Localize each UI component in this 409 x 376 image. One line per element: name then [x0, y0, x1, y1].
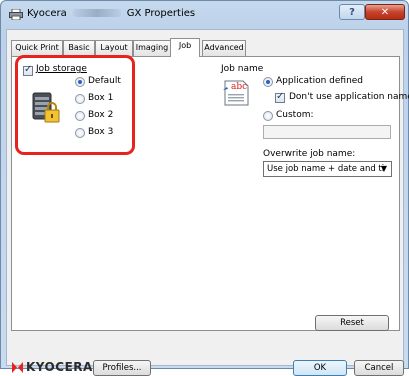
dropdown-arrow-icon: ▼: [380, 164, 387, 173]
window-title: Kyocera GX Properties: [27, 8, 195, 19]
title-vendor: Kyocera: [27, 8, 67, 19]
close-button[interactable]: ✕: [365, 4, 405, 20]
tab-basic[interactable]: Basic: [63, 40, 95, 56]
properties-window: Kyocera GX Properties ? ✕ Quick Print Bas…: [0, 0, 409, 376]
cancel-button[interactable]: Cancel: [354, 360, 404, 376]
kyocera-wordmark: KYOCERA: [26, 360, 93, 374]
title-suffix: GX Properties: [126, 8, 196, 19]
app-defined-label: Application defined: [276, 76, 364, 86]
kyocera-logo-mark-icon: [12, 362, 23, 373]
overwrite-job-name-label: Overwrite job name:: [263, 149, 356, 159]
reset-button[interactable]: Reset: [315, 315, 389, 331]
app-defined-radio[interactable]: [263, 77, 273, 87]
title-model-redacted: [72, 9, 121, 17]
radio-selected-indicator: [266, 80, 270, 84]
tab-job[interactable]: Job: [170, 38, 200, 57]
ok-button[interactable]: OK: [293, 360, 347, 376]
dont-use-app-name-checkbox[interactable]: ✓: [275, 91, 285, 103]
job-name-icon: abc: [223, 80, 253, 106]
overwrite-job-name-select[interactable]: Use job name + date and ti ▼: [263, 161, 392, 177]
tab-quick-print[interactable]: Quick Print: [11, 40, 63, 56]
dont-use-app-name-label: Don't use application name: [289, 92, 409, 102]
profiles-button[interactable]: Profiles...: [93, 360, 151, 376]
tab-imaging[interactable]: Imaging: [133, 40, 171, 56]
custom-name-radio[interactable]: [263, 111, 273, 121]
job-storage-highlight-frame: [15, 55, 135, 155]
job-name-heading: Job name: [221, 64, 264, 74]
custom-name-input[interactable]: [263, 125, 391, 139]
job-name-icon-text: abc: [231, 82, 248, 92]
title-bar[interactable]: Kyocera GX Properties ? ✕: [1, 1, 408, 27]
overwrite-job-name-value: Use job name + date and ti: [267, 164, 385, 174]
help-button[interactable]: ?: [339, 4, 365, 20]
checkmark-icon: ✓: [276, 91, 285, 102]
tab-advanced[interactable]: Advanced: [202, 40, 246, 56]
custom-name-label: Custom:: [276, 110, 314, 120]
tab-layout[interactable]: Layout: [95, 40, 133, 56]
printer-icon: [9, 9, 23, 20]
